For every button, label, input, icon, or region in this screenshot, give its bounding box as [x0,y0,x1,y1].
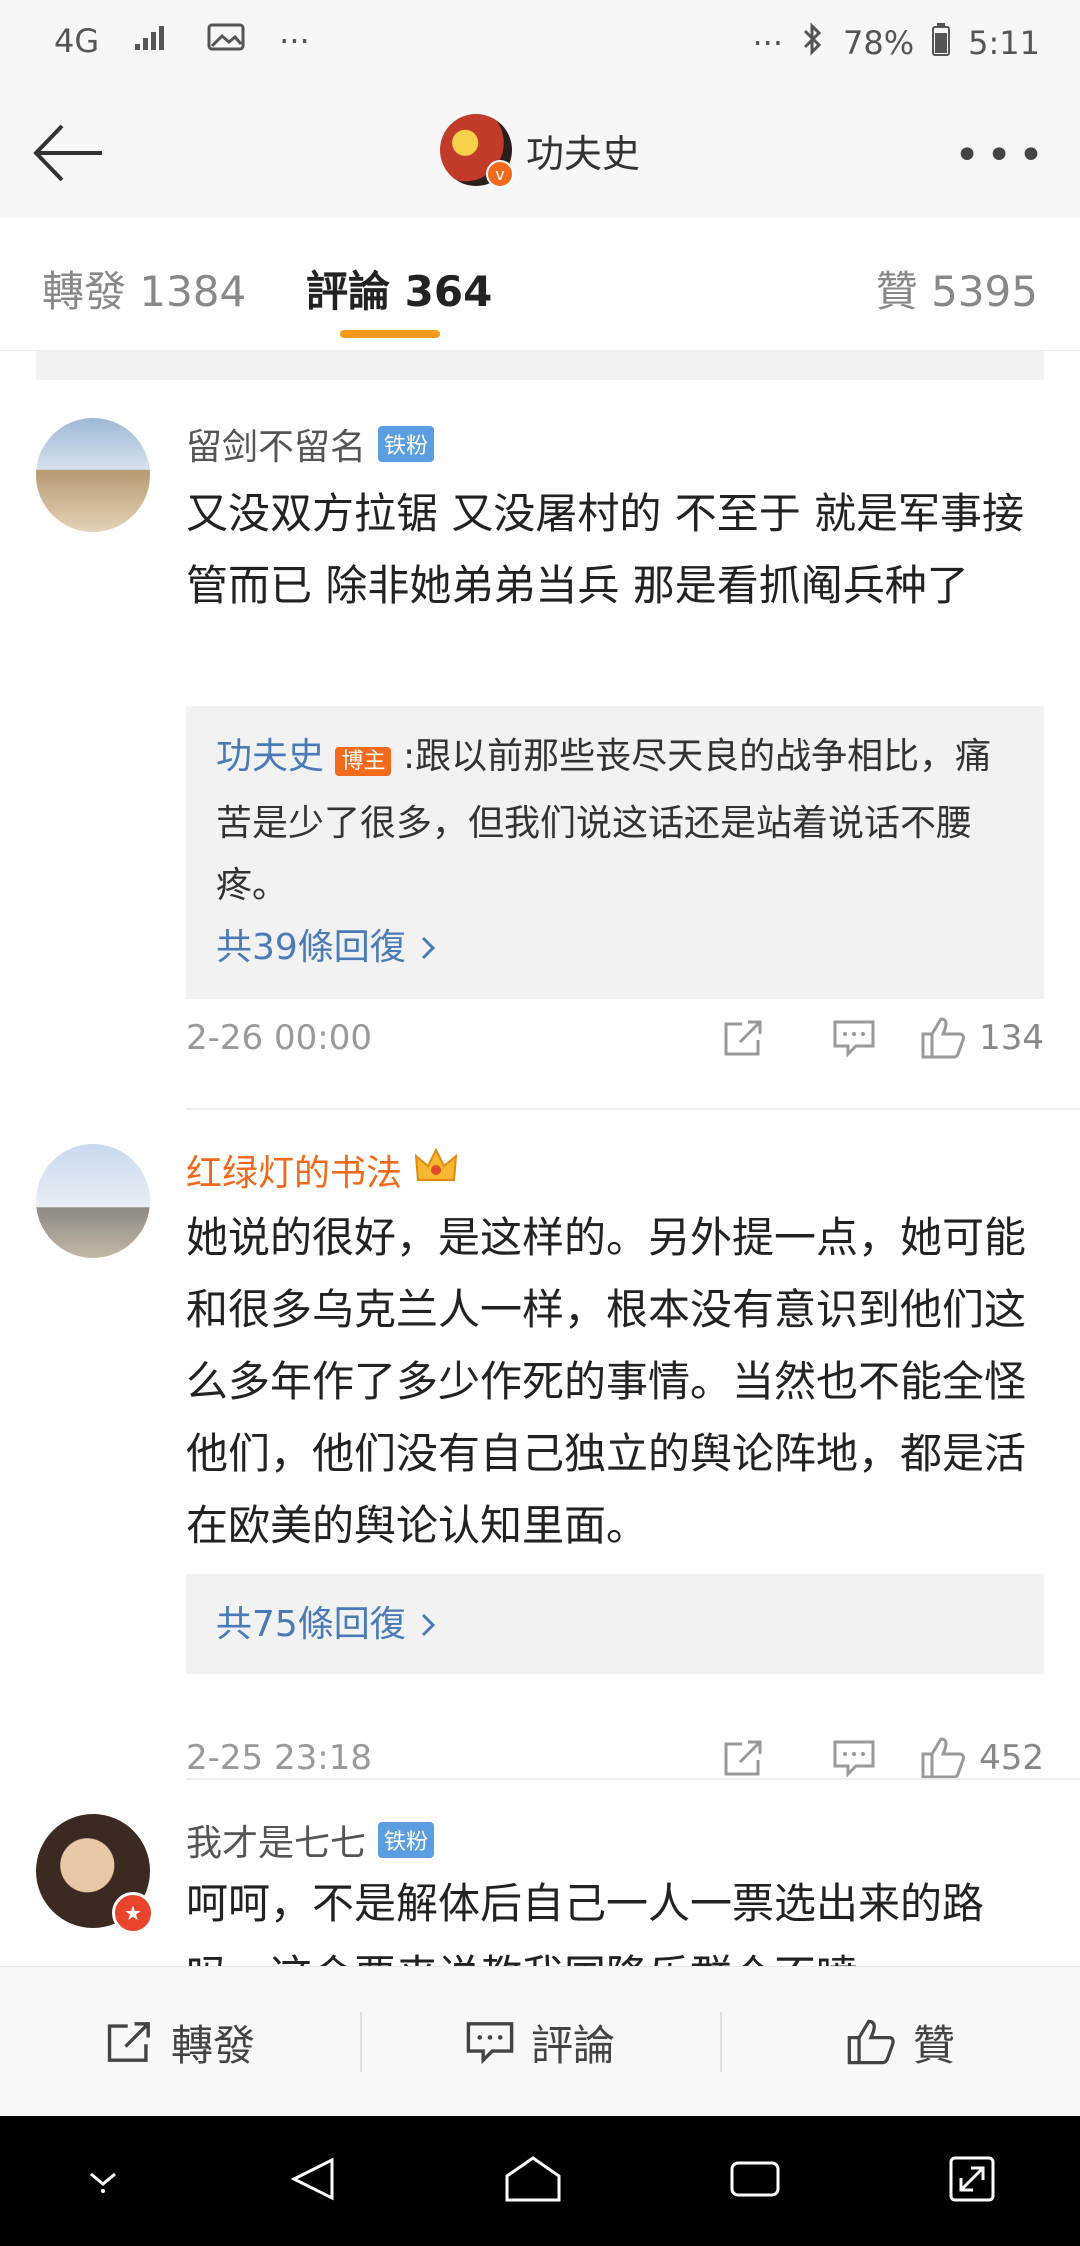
tab-comments[interactable]: 評論 364 [306,258,492,319]
nav-bar: v 功夫史 ••• [0,90,1080,219]
network-indicator: 4G [54,22,100,60]
reply-box[interactable]: 功夫史 博主 :跟以前那些丧尽天良的战争相比，痛苦是少了很多，但我们说这话还是站… [186,706,1044,999]
system-nav-bar [0,2116,1080,2246]
divider [186,1108,1080,1110]
fan-badge: 铁粉 [378,426,435,462]
like-button[interactable]: 134 [919,1016,1044,1060]
tab-likes[interactable]: 贊 5395 [876,258,1038,319]
reply-count: 共75條回復 [216,1604,406,1645]
repost-icon [107,2022,150,2062]
fan-badge: 铁粉 [378,1822,435,1858]
reply-author[interactable]: 功夫史 [216,736,324,777]
reply-icon[interactable] [799,1738,909,1778]
comment-label: 評論 [530,2020,615,2070]
tab-repost[interactable]: 轉發 1384 [42,258,246,319]
reply-count: 共39條回復 [216,927,406,968]
comment-time: 2-25 23:18 [186,1738,372,1778]
reply-icon[interactable] [799,1018,909,1058]
signal-icon [133,22,173,60]
avatar[interactable] [36,418,150,532]
chevron-right-icon [421,1613,435,1637]
thumbs-up-icon [921,1017,965,1059]
repost-label: 轉發 [170,2020,255,2070]
back-triangle-icon[interactable] [288,2154,338,2208]
comment-text: 呵呵，不是解体后自己一人一票选出来的路吗，这会要来说教我国降乐群众不喷 [186,1879,985,1966]
comment-author[interactable]: 红绿灯的书法 [186,1144,402,1196]
recent-apps-icon[interactable] [728,2157,782,2205]
reply-text: :跟以前那些丧尽天良的战争相比，痛苦是少了很多，但我们说这话还是站着说话不腰疼。 [216,736,992,906]
comment-text: 又没双方拉锯 又没屠村的 不至于 就是军事接管而已 除非她弟弟当兵 那是看抓阄兵… [186,489,1025,610]
like-button[interactable]: 452 [919,1736,1044,1780]
divider [36,350,1044,380]
reply-box[interactable]: 共75條回復 [186,1574,1044,1674]
verified-icon: ★ [112,1892,154,1934]
thumbs-up-icon [847,2019,895,2065]
like-count: 452 [979,1738,1044,1778]
status-bar: 4G ··· ··· 78% 5:11 [0,0,1080,90]
avatar[interactable]: v [439,114,514,188]
view-replies-link[interactable]: 共39條回復 [216,917,1014,979]
active-tab-indicator [340,330,440,338]
chevron-right-icon [421,936,435,960]
nav-account[interactable]: v 功夫史 [0,114,1080,188]
more-options-icon[interactable]: ••• [954,130,1050,181]
comment-button[interactable]: 評論 [360,1967,720,2117]
bottom-action-bar: 轉發 評論 贊 [0,1966,1080,2117]
more-notifications-icon: ··· [279,22,310,60]
expand-icon[interactable] [947,2154,997,2208]
repost-button[interactable]: 轉發 [0,1967,360,2117]
bluetooth-icon [801,22,825,64]
comment-icon [466,2022,514,2065]
page-title: 功夫史 [525,131,640,176]
comment-author[interactable]: 留剑不留名 [186,418,366,470]
thumbs-up-icon [921,1737,965,1779]
comment-item: ★ 我才是七七 铁粉 呵呵，不是解体后自己一人一票选出来的路吗，这会要来说教我国… [0,1780,1080,1966]
chevron-down-icon[interactable] [83,2164,123,2198]
like-button[interactable]: 贊 [720,1967,1080,2117]
comment-time: 2-26 00:00 [186,1018,372,1058]
comment-author[interactable]: 我才是七七 [186,1814,366,1866]
avatar[interactable] [36,1144,150,1258]
battery-percent: 78% [843,24,915,62]
crown-icon [414,1146,458,1195]
share-icon[interactable] [689,1738,799,1778]
battery-icon [932,22,951,64]
share-icon[interactable] [689,1018,799,1058]
tab-bar: 轉發 1384 評論 364 贊 5395 [0,218,1080,351]
view-replies-link[interactable]: 共75條回復 [216,1594,1014,1656]
verified-icon: v [485,160,514,188]
clock: 5:11 [968,24,1040,62]
owner-badge: 博主 [335,747,392,776]
like-count: 134 [979,1018,1044,1058]
image-icon [207,22,245,60]
like-label: 贊 [912,2020,955,2070]
comment-text: 她说的很好，是这样的。另外提一点，她可能和很多乌克兰人一样，根本没有意识到他们这… [186,1213,1027,1550]
more-status-icon: ··· [752,24,784,62]
home-icon[interactable] [503,2154,563,2208]
